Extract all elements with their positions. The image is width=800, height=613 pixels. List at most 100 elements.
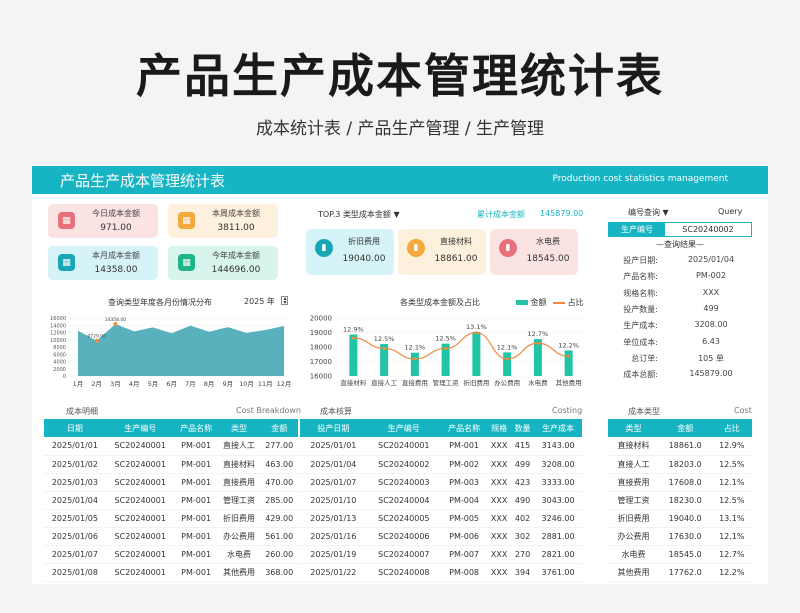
table-row[interactable]: 2025/01/07 SC20240001 PM-001 水电费 260.00 [44, 545, 298, 564]
table-cell: 水电费 [217, 545, 261, 564]
column-header[interactable]: 类型 [608, 419, 659, 437]
table-row[interactable]: 折旧费用 19040.0 13.1% [608, 509, 752, 528]
table-row[interactable]: 2025/01/01 SC20240001 PM-001 直接人工 277.00 [44, 437, 298, 456]
table-row[interactable]: 2025/01/03 SC20240001 PM-001 直接费用 470.00 [44, 473, 298, 492]
table-header-row: 类型 金额 占比 [608, 419, 752, 437]
column-header[interactable]: 投产日期 [300, 419, 367, 437]
table-row[interactable]: 办公费用 17630.0 12.1% [608, 527, 752, 546]
table-row[interactable]: 2025/01/01 SC20240001 PM-001 XXX 415 3143.00 [300, 437, 582, 456]
table-cell: 17762.0 [658, 563, 712, 582]
table-row[interactable]: 2025/01/07 SC20240003 PM-003 XXX 423 3333.00 [300, 473, 582, 492]
table-row[interactable]: 2025/01/04 SC20240002 PM-002 XXX 499 3208.00 [300, 455, 582, 474]
column-header[interactable]: 生产编号 [366, 419, 441, 437]
table-cell: SC20240007 [366, 545, 441, 564]
table-cell: 260.00 [260, 545, 298, 564]
y-tick-label: 12000 [50, 331, 66, 337]
table-row[interactable]: 直接费用 17608.0 12.1% [608, 473, 752, 492]
table-row[interactable]: 2025/01/05 SC20240001 PM-001 折旧费用 429.00 [44, 509, 298, 528]
bar [564, 350, 573, 376]
table-cell: SC20240001 [105, 545, 175, 564]
column-header[interactable]: 金额 [260, 419, 298, 437]
y-tick-label: 6000 [53, 352, 66, 358]
y-tick-label: 0 [63, 374, 66, 380]
total-amount-value: 145879.00 [540, 209, 584, 218]
table-row[interactable]: 2025/01/19 SC20240007 PM-007 XXX 270 2821.00 [300, 545, 582, 564]
ratio-point [382, 346, 386, 350]
table-cell: 17608.0 [658, 473, 712, 492]
calendar-icon: ▦ [58, 212, 75, 229]
chart-icon: ▦ [58, 254, 75, 271]
table-cell: 368.00 [260, 563, 298, 582]
column-header[interactable]: 规格 [487, 419, 511, 437]
table-cell: 499 [511, 455, 535, 474]
y-tick-label: 19000 [310, 329, 332, 337]
table-cell: 18861.0 [658, 437, 712, 456]
table-cell: 18230.0 [658, 491, 712, 510]
top3-label: 水电费 [536, 237, 560, 246]
table-header-row: 投产日期 生产编号 产品名称 规格 数量 生产成本 [300, 419, 582, 437]
table-row[interactable]: 水电费 18545.0 12.7% [608, 545, 752, 564]
table-cell: 直接材料 [217, 455, 261, 474]
year-value: 2025 年 [244, 297, 275, 306]
column-header[interactable]: 产品名称 [440, 419, 488, 437]
chart-icon: ▮ [499, 239, 517, 257]
ratio-point [351, 336, 355, 340]
ratio-point [536, 341, 540, 345]
kpi-label: 本周成本金额 [212, 209, 260, 218]
table-cell: XXX [487, 527, 511, 546]
y-tick-label: 16000 [50, 316, 66, 322]
column-header[interactable]: 类型 [217, 419, 261, 437]
table-cell: 直接人工 [217, 437, 261, 456]
kpi-label: 今年成本金额 [212, 251, 260, 260]
table-cell: 折旧费用 [608, 509, 659, 528]
table-row[interactable]: 其他费用 17762.0 12.2% [608, 563, 752, 582]
page-title: 产品生产成本管理统计表 [136, 49, 664, 103]
y-tick-label: 10000 [50, 338, 66, 344]
query-result-value: 145879.00 [689, 369, 733, 379]
spinner-icon[interactable]: ▴ ▾ [281, 296, 289, 306]
table-row[interactable]: 2025/01/16 SC20240006 PM-006 XXX 302 2881.00 [300, 527, 582, 546]
table-cell: 3043.00 [534, 491, 582, 510]
table-row[interactable]: 2025/01/10 SC20240004 PM-004 XXX 490 3043.00 [300, 491, 582, 510]
table-cell: 2821.00 [534, 545, 582, 564]
kpi-value: 14358.00 [94, 265, 138, 275]
table-row[interactable]: 管理工资 18230.0 12.5% [608, 491, 752, 510]
column-header[interactable]: 日期 [44, 419, 106, 437]
kpi-value: 144696.00 [211, 265, 261, 275]
table-cell: 285.00 [260, 491, 298, 510]
table-row[interactable]: 2025/01/06 SC20240001 PM-001 办公费用 561.00 [44, 527, 298, 546]
top3-dropdown[interactable]: TOP.3 类型成本金额 ▼ [318, 209, 400, 220]
table-cell: SC20240001 [105, 491, 175, 510]
query-dropdown[interactable]: 编号查询 ▼ [628, 207, 669, 218]
table-row[interactable]: 2025/01/08 SC20240001 PM-001 其他费用 368.00 [44, 563, 298, 582]
column-header[interactable]: 占比 [711, 419, 752, 437]
column-header[interactable]: 生产编号 [105, 419, 175, 437]
table-row[interactable]: 2025/01/04 SC20240001 PM-001 管理工资 285.00 [44, 491, 298, 510]
table-cell: 415 [511, 437, 535, 456]
x-tick-label: 水电费 [528, 378, 548, 387]
table-cell: 463.00 [260, 455, 298, 474]
query-result-key: 生产成本: [623, 321, 658, 331]
table-cell: 办公费用 [217, 527, 261, 546]
table-row[interactable]: 2025/01/22 SC20240008 PM-008 XXX 394 3761.00 [300, 563, 582, 582]
table-row[interactable]: 2025/01/13 SC20240005 PM-005 XXX 402 3246.00 [300, 509, 582, 528]
table-cell: 直接人工 [608, 455, 659, 474]
table-cell: PM-001 [174, 509, 218, 528]
query-input[interactable]: SC20240002 [665, 223, 751, 236]
column-header[interactable]: 金额 [658, 419, 712, 437]
table-row[interactable]: 直接材料 18861.0 12.9% [608, 437, 752, 456]
column-header[interactable]: 生产成本 [534, 419, 582, 437]
table-cell: 2025/01/19 [300, 545, 367, 564]
table-cell: SC20240001 [105, 473, 175, 492]
column-header[interactable]: 数量 [511, 419, 535, 437]
data-label: 12.1% [497, 343, 518, 351]
table-cell: SC20240001 [105, 527, 175, 546]
total-amount-label: 累计成本金额 [477, 210, 525, 219]
column-header[interactable]: 产品名称 [174, 419, 218, 437]
table-cell: 394 [511, 563, 535, 582]
kpi-card: ▦ 本月成本金额 14358.00 [48, 246, 158, 280]
table-cell: SC20240001 [366, 437, 441, 456]
table-row[interactable]: 直接人工 18203.0 12.5% [608, 455, 752, 474]
table-row[interactable]: 2025/01/02 SC20240001 PM-001 直接材料 463.00 [44, 455, 298, 474]
year-selector[interactable]: 2025 年 ▴ ▾ [244, 296, 289, 307]
